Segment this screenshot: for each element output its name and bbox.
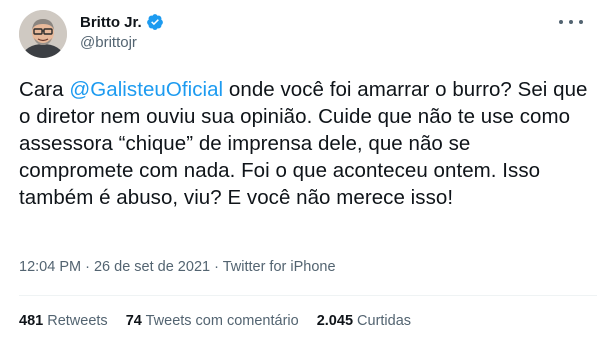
tweet-date[interactable]: 26 de set de 2021 [94,259,210,275]
more-dot-icon [569,20,573,24]
retweets-stat[interactable]: 481 Retweets [19,313,108,329]
more-dot-icon [579,20,583,24]
retweets-label: Retweets [43,313,108,329]
quote-tweets-label: Tweets com comentário [141,313,299,329]
meta-separator: · [210,259,223,275]
name-row: Britto Jr. [80,12,164,32]
tweet-stats: 481 Retweets 74 Tweets com comentário 2.… [19,313,429,329]
mention-link[interactable]: @GalisteuOficial [69,78,223,101]
verified-badge-icon [146,14,163,30]
more-options-button[interactable] [559,14,583,30]
likes-count: 2.045 [316,313,354,329]
author-display-name[interactable]: Britto Jr. [80,14,142,31]
tweet-time[interactable]: 12:04 PM [19,259,81,275]
person-avatar-icon [19,10,67,58]
divider [19,295,597,296]
more-dot-icon [559,20,563,24]
tweet-text: Cara @GalisteuOficial onde você foi amar… [19,76,589,211]
quote-tweets-stat[interactable]: 74 Tweets com comentário [126,313,299,329]
tweet-source[interactable]: Twitter for iPhone [223,259,336,275]
tweet-card: Britto Jr. @brittojr Cara @GalisteuOfici… [0,0,597,342]
author-avatar[interactable] [19,10,67,58]
quote-tweets-count: 74 [125,313,142,329]
meta-separator: · [81,259,94,275]
tweet-meta: 12:04 PM · 26 de set de 2021 · Twitter f… [19,259,336,275]
author-block: Britto Jr. @brittojr [80,12,164,51]
retweets-count: 481 [19,313,44,329]
tweet-text-start: Cara [19,78,70,101]
author-handle[interactable]: @brittojr [80,34,164,51]
likes-stat[interactable]: 2.045 Curtidas [317,313,411,329]
likes-label: Curtidas [353,313,412,329]
